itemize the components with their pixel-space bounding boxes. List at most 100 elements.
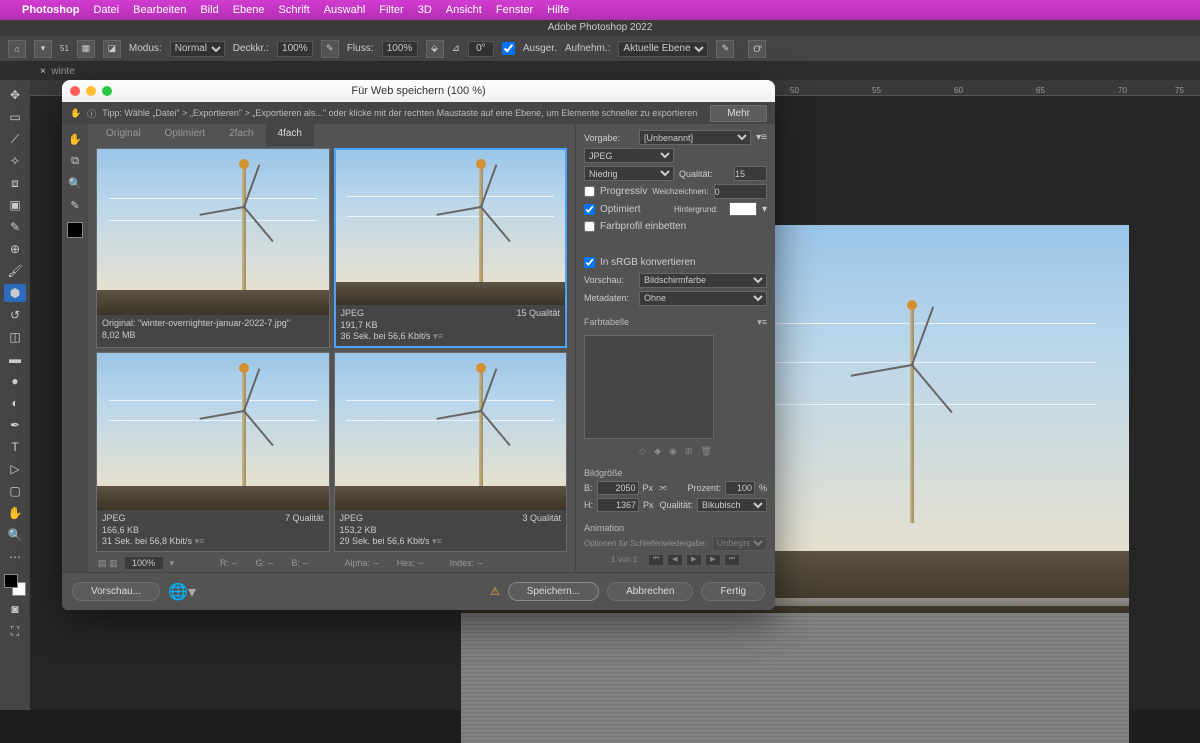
speichern-button[interactable]: Speichern... bbox=[508, 582, 599, 601]
angle-input[interactable] bbox=[468, 41, 494, 57]
crop-tool-icon[interactable]: ⧈ bbox=[4, 174, 26, 192]
srgb-checkbox[interactable] bbox=[584, 257, 595, 268]
width-input[interactable] bbox=[597, 481, 639, 495]
play-icon[interactable]: ▶ bbox=[686, 554, 702, 566]
aufnehm-select[interactable]: Aktuelle Ebene bbox=[618, 41, 708, 57]
weichzeichnen-input[interactable] bbox=[714, 184, 767, 199]
ct-icon-2[interactable]: ◆ bbox=[654, 446, 661, 457]
quality-input[interactable] bbox=[734, 166, 767, 181]
wand-tool-icon[interactable]: ✧ bbox=[4, 152, 26, 170]
vorgabe-select[interactable]: [Unbenannt] bbox=[639, 130, 751, 145]
menu-hilfe[interactable]: Hilfe bbox=[547, 4, 569, 16]
menu-datei[interactable]: Datei bbox=[93, 4, 119, 16]
lasso-tool-icon[interactable]: ⟋ bbox=[4, 130, 26, 148]
hand-mini-icon[interactable]: ✋ bbox=[70, 108, 81, 119]
layout-icon[interactable]: ▤ ▥ bbox=[98, 558, 118, 569]
ct-icon-3[interactable]: ◉ bbox=[669, 446, 677, 457]
dlg-color-swatch[interactable] bbox=[67, 222, 83, 238]
farbprofil-checkbox[interactable] bbox=[584, 221, 595, 232]
preset-menu-icon[interactable]: ▾≡ bbox=[756, 132, 767, 143]
menu-app[interactable]: Photoshop bbox=[22, 4, 79, 16]
preview-cell-3[interactable]: JPEG3 Qualität153,2 KB29 Sek. bei 56,6 K… bbox=[334, 352, 568, 552]
quality-preset-select[interactable]: Niedrig bbox=[584, 166, 674, 181]
progressiv-checkbox[interactable] bbox=[584, 186, 595, 197]
optimiert-checkbox[interactable] bbox=[584, 204, 595, 215]
path-tool-icon[interactable]: ▷ bbox=[4, 460, 26, 478]
dlg-slice-icon[interactable]: ⧉ bbox=[66, 152, 84, 170]
height-input[interactable] bbox=[597, 498, 639, 512]
heal-tool-icon[interactable]: ⊕ bbox=[4, 240, 26, 258]
percent-input[interactable] bbox=[725, 481, 755, 495]
window-controls[interactable] bbox=[70, 86, 112, 96]
zoom-dropdown-icon[interactable]: ▾ bbox=[170, 558, 175, 569]
vorschau-select[interactable]: Bildschirmfarbe bbox=[639, 273, 767, 288]
menu-3d[interactable]: 3D bbox=[418, 4, 432, 16]
tab-2fach[interactable]: 2fach bbox=[217, 124, 265, 146]
eyedropper-tool-icon[interactable]: ✎ bbox=[4, 218, 26, 236]
ct-icon-5[interactable]: 🗑 bbox=[700, 446, 711, 457]
menu-schrift[interactable]: Schrift bbox=[279, 4, 310, 16]
metadaten-select[interactable]: Ohne bbox=[639, 291, 767, 306]
dialog-titlebar[interactable]: Für Web speichern (100 %) bbox=[62, 80, 775, 102]
frame-tool-icon[interactable]: ▣ bbox=[4, 196, 26, 214]
hand-tool-icon[interactable]: ✋ bbox=[4, 504, 26, 522]
ct-icon-1[interactable]: ◇ bbox=[639, 446, 646, 457]
menu-auswahl[interactable]: Auswahl bbox=[324, 4, 366, 16]
more-tools-icon[interactable]: ⋯ bbox=[4, 548, 26, 566]
bg-dropdown-icon[interactable]: ▾ bbox=[762, 204, 767, 215]
color-swatches[interactable] bbox=[4, 574, 26, 596]
preview-cell-original[interactable]: Original: "winter-overnighter-januar-202… bbox=[96, 148, 330, 348]
farbtabelle-menu-icon[interactable]: ▾≡ bbox=[757, 317, 767, 328]
blur-tool-icon[interactable]: ● bbox=[4, 372, 26, 390]
stamp-tool-icon[interactable]: ⬢ bbox=[4, 284, 26, 302]
ct-icon-4[interactable]: ⊞ bbox=[685, 446, 693, 457]
type-tool-icon[interactable]: T bbox=[4, 438, 26, 456]
menu-bearbeiten[interactable]: Bearbeiten bbox=[133, 4, 186, 16]
dodge-tool-icon[interactable]: ◐ bbox=[4, 394, 26, 412]
symmetry-icon[interactable]: Ꝍ bbox=[748, 40, 766, 58]
link-icon[interactable]: ⫘ bbox=[659, 482, 667, 493]
move-tool-icon[interactable]: ✥ bbox=[4, 86, 26, 104]
screenmode-icon[interactable]: ⛶ bbox=[4, 622, 26, 640]
quickmask-icon[interactable]: ◙ bbox=[4, 600, 26, 618]
pressure-size-icon[interactable]: ✎ bbox=[716, 40, 734, 58]
airbrush-icon[interactable]: ⬙ bbox=[426, 40, 444, 58]
tab-original[interactable]: Original bbox=[94, 124, 152, 146]
home-icon[interactable]: ⌂ bbox=[8, 40, 26, 58]
gradient-tool-icon[interactable]: ▬ bbox=[4, 350, 26, 368]
dlg-eyedrop-icon[interactable]: ✎ bbox=[66, 196, 84, 214]
preview-cell-1[interactable]: JPEG15 Qualität191,7 KB36 Sek. bei 56,6 … bbox=[334, 148, 568, 348]
prev-frame-icon[interactable]: ◀ bbox=[667, 554, 683, 566]
ausger-checkbox[interactable] bbox=[502, 42, 515, 55]
menu-fenster[interactable]: Fenster bbox=[496, 4, 533, 16]
vorschau-button[interactable]: Vorschau... bbox=[72, 582, 160, 601]
last-frame-icon[interactable]: ⏭ bbox=[724, 554, 740, 566]
dlg-hand-icon[interactable]: ✋ bbox=[66, 130, 84, 148]
deckkr-input[interactable] bbox=[277, 41, 313, 57]
menu-ansicht[interactable]: Ansicht bbox=[446, 4, 482, 16]
history-brush-tool-icon[interactable]: ↺ bbox=[4, 306, 26, 324]
fertig-button[interactable]: Fertig bbox=[701, 582, 765, 601]
fluss-input[interactable] bbox=[382, 41, 418, 57]
shape-tool-icon[interactable]: ▢ bbox=[4, 482, 26, 500]
brush-panel-icon[interactable]: ▦ bbox=[77, 40, 95, 58]
zoom-input[interactable] bbox=[124, 556, 164, 570]
mehr-button[interactable]: Mehr bbox=[710, 105, 767, 122]
tab-4fach[interactable]: 4fach bbox=[266, 124, 314, 146]
brush-settings-icon[interactable]: ◪ bbox=[103, 40, 121, 58]
hintergrund-color[interactable] bbox=[729, 202, 757, 216]
brush-preset-icon[interactable]: ▾ bbox=[34, 40, 52, 58]
next-frame-icon[interactable]: ▶ bbox=[705, 554, 721, 566]
brush-tool-icon[interactable]: 🖌 bbox=[4, 262, 26, 280]
marquee-tool-icon[interactable]: ▭ bbox=[4, 108, 26, 126]
mac-menubar[interactable]: Photoshop Datei Bearbeiten Bild Ebene Sc… bbox=[0, 0, 1200, 20]
browser-icon[interactable]: 🌐▾ bbox=[168, 582, 196, 602]
tab-optimiert[interactable]: Optimiert bbox=[152, 124, 217, 146]
preview-cell-2[interactable]: JPEG7 Qualität166,6 KB31 Sek. bei 56,8 K… bbox=[96, 352, 330, 552]
document-tab[interactable]: × winte bbox=[0, 62, 1200, 80]
modus-select[interactable]: Normal bbox=[170, 41, 225, 57]
first-frame-icon[interactable]: ⏮ bbox=[648, 554, 664, 566]
menu-filter[interactable]: Filter bbox=[379, 4, 403, 16]
format-select[interactable]: JPEG bbox=[584, 148, 674, 163]
resample-select[interactable]: Bikubisch bbox=[697, 498, 767, 512]
